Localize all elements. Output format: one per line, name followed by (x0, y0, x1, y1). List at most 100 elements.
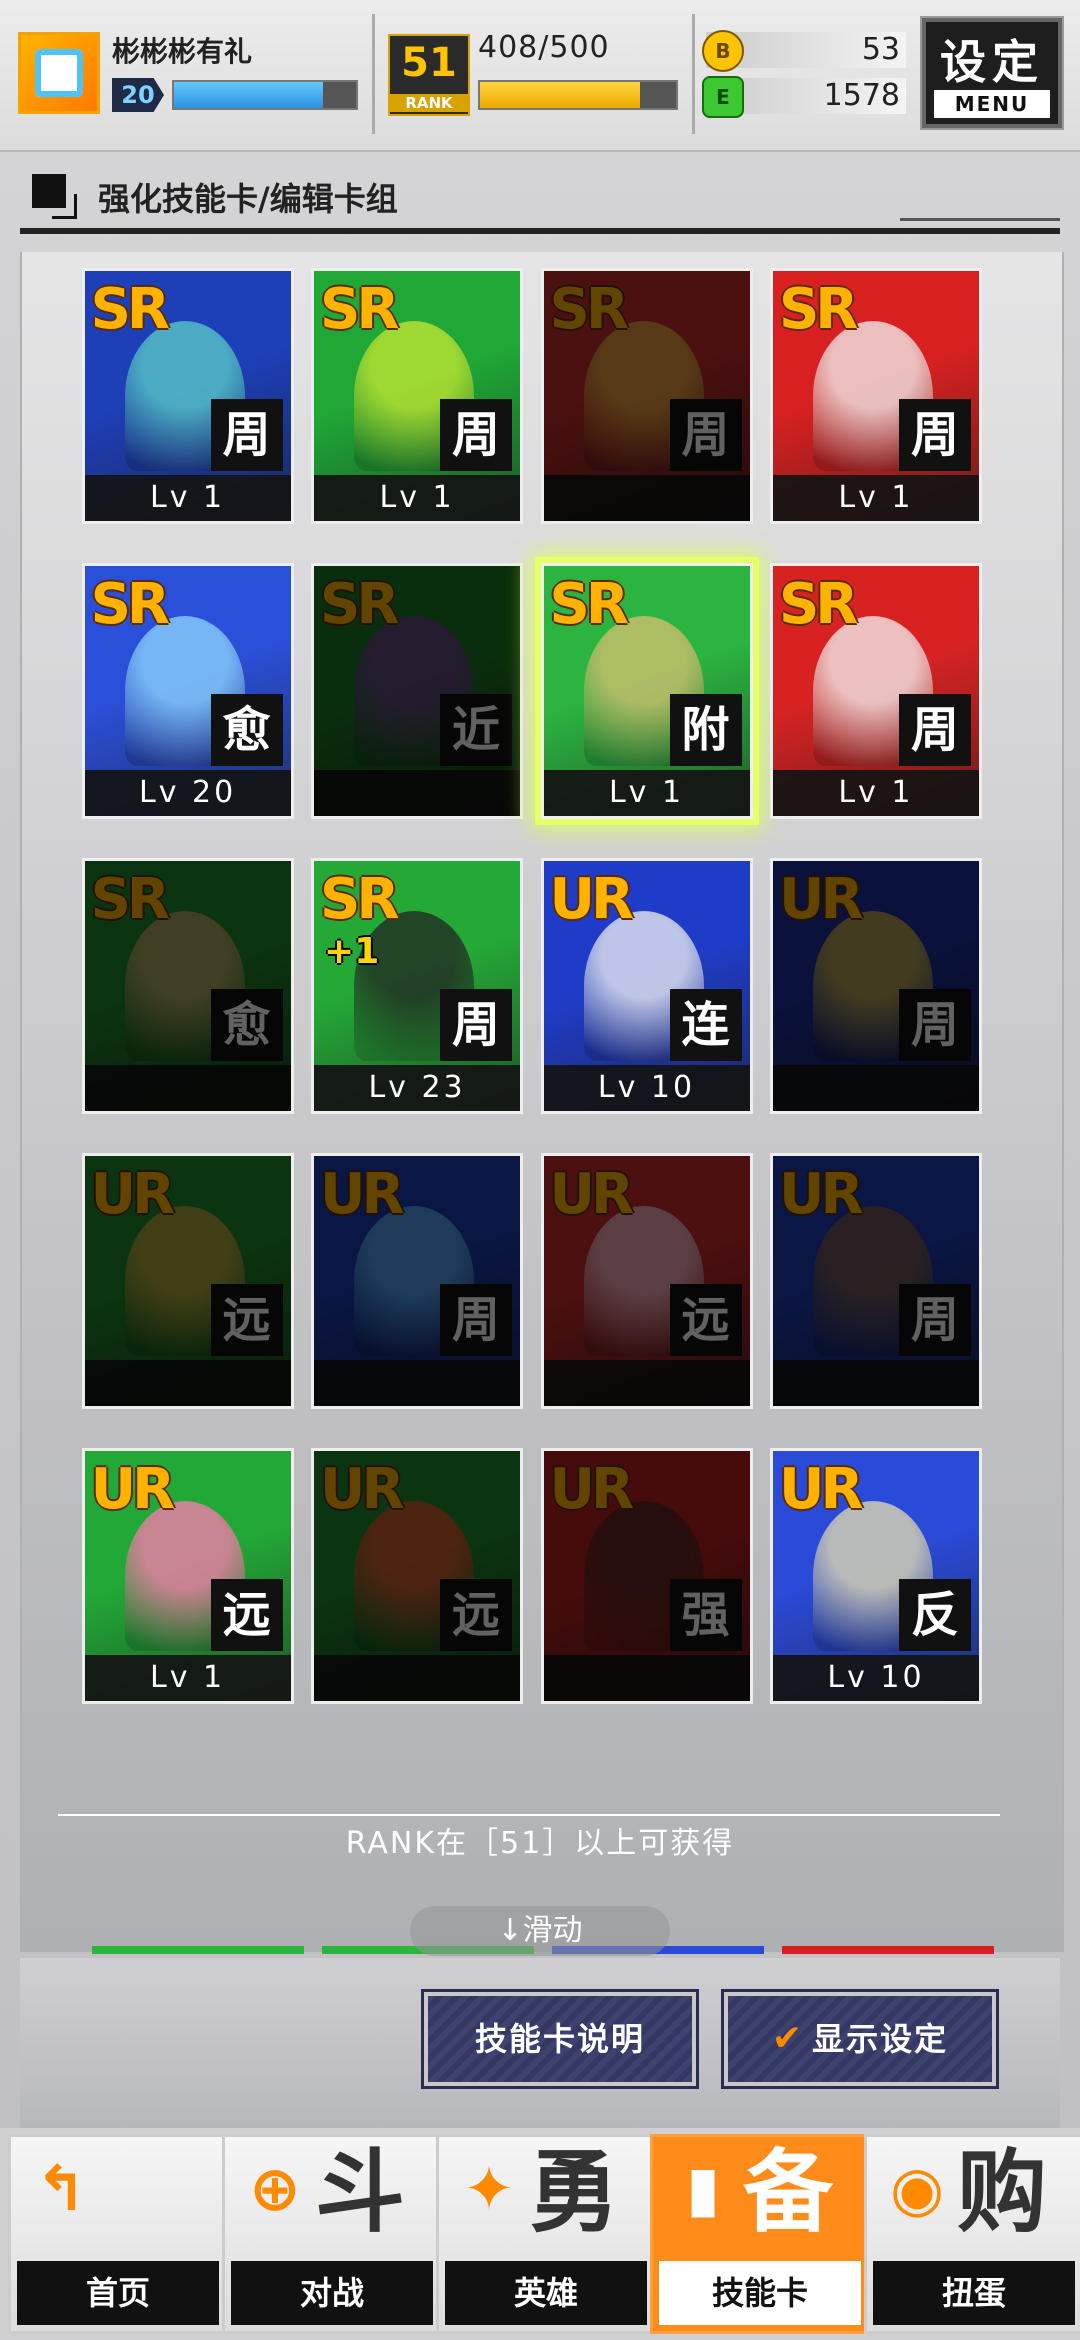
card-locked-overlay (314, 1155, 521, 1406)
nav-tab-3[interactable]: ▮ 备技能卡 (650, 2134, 870, 2334)
card-locked-overlay (772, 1155, 979, 1406)
nav-tab-label: 扭蛋 (873, 2261, 1075, 2325)
skill-card[interactable]: UR周 (769, 1152, 982, 1409)
rank-unlock-note: RANK在［51］以上可获得 (345, 1826, 735, 1861)
gold-coin-icon: B (702, 30, 744, 72)
card-locked-overlay (314, 1450, 521, 1701)
skill-card[interactable]: SR近 (311, 562, 524, 819)
nav-tab-label: 首页 (17, 2261, 219, 2325)
skill-card[interactable]: UR 远 Lv 1 (81, 1447, 294, 1704)
skill-card-info-label: 技能卡说明 (474, 2020, 645, 2058)
next-row-card-peek (92, 1946, 304, 1954)
card-locked-overlay (772, 860, 979, 1111)
skill-card[interactable]: SR 愈 Lv 20 (81, 562, 294, 819)
gold-currency: B 53 (702, 30, 906, 72)
card-level: Lv 1 (772, 769, 979, 816)
card-level: Lv 1 (314, 474, 521, 521)
energy-value: 1578 (823, 78, 900, 113)
player-level-badge: 20 (112, 78, 164, 112)
top-status-bar: 彬彬彬有礼 20 51 RANK 408/500 B 53 E 1578 设定 … (0, 0, 1080, 152)
card-level: Lv 23 (314, 1064, 521, 1111)
skill-card-info-button[interactable]: 技能卡说明 (421, 1989, 699, 2089)
next-row-card-peek (782, 1946, 994, 1954)
card-level: Lv 1 (543, 769, 750, 816)
card-level: Lv 10 (543, 1064, 750, 1111)
card-rarity: SR (549, 571, 629, 637)
card-rarity: SR (778, 276, 858, 342)
menu-button[interactable]: 设定 MENU (920, 16, 1064, 130)
card-level: Lv 1 (84, 1654, 291, 1701)
skill-card[interactable]: SR 附 Lv 1 (540, 562, 753, 819)
card-grid-panel[interactable]: SR周Lv 1SR周Lv 1SR周SR周Lv 1SR愈Lv 20SR近SR附Lv… (20, 252, 1064, 1952)
rank-label: RANK (390, 94, 468, 112)
skill-card[interactable]: SR周 (540, 267, 753, 524)
card-locked-overlay (543, 1450, 750, 1701)
skill-card[interactable]: UR远 (81, 1152, 294, 1409)
nav-tab-label: 英雄 (445, 2261, 647, 2325)
card-type-badge: 连 (669, 988, 742, 1061)
section-underline-accent (900, 218, 1060, 221)
card-type-badge: 周 (440, 398, 513, 471)
checkmark-icon: ✔ (771, 2018, 805, 2059)
player-name: 彬彬彬有礼 (112, 35, 253, 68)
card-rarity: UR (90, 1456, 176, 1522)
nav-tab-0[interactable]: ↰ 首页 (8, 2134, 228, 2334)
card-level: Lv 10 (772, 1654, 979, 1701)
rank-note-divider (58, 1814, 1000, 1816)
card-level: Lv 1 (84, 474, 291, 521)
display-settings-button[interactable]: ✔ 显示设定 (721, 1989, 999, 2089)
skill-card[interactable]: SR 周 Lv 1 (81, 267, 294, 524)
skill-card[interactable]: UR周 (769, 857, 982, 1114)
card-locked-overlay (84, 860, 291, 1111)
exp-bar (172, 80, 358, 110)
card-rarity: SR (90, 276, 170, 342)
gamepad-icon: ⊕ (249, 2152, 301, 2225)
card-locked-overlay (84, 1155, 291, 1406)
nav-tab-2[interactable]: ✦ 勇英雄 (436, 2134, 656, 2334)
nav-tab-label: 技能卡 (659, 2261, 861, 2325)
skill-card[interactable]: UR 反 Lv 10 (769, 1447, 982, 1704)
divider (692, 14, 695, 134)
card-rarity: SR (320, 276, 399, 342)
nav-tab-emblem: 勇 (529, 2140, 619, 2245)
player-avatar[interactable] (18, 32, 100, 114)
card-type-badge: 反 (898, 1578, 971, 1651)
skill-card[interactable]: UR远 (311, 1447, 524, 1704)
skill-card[interactable]: SR愈 (81, 857, 294, 1114)
green-energy-icon: E (702, 76, 744, 118)
nav-tab-emblem: 购 (957, 2140, 1047, 2245)
rank-progress-text: 408/500 (478, 30, 610, 65)
card-level: Lv 20 (84, 769, 291, 816)
nav-tab-4[interactable]: ◉ 购扭蛋 (864, 2134, 1080, 2334)
skill-card[interactable]: UR 连 Lv 10 (540, 857, 753, 1114)
skill-card[interactable]: SR +1 周 Lv 23 (311, 857, 524, 1114)
nav-tab-emblem: 备 (743, 2140, 833, 2245)
skill-card[interactable]: SR 周 Lv 1 (769, 562, 982, 819)
rank-badge: 51 RANK (388, 34, 470, 116)
card-type-badge: 附 (669, 693, 742, 766)
hero-icon: ✦ (463, 2152, 515, 2225)
skill-card[interactable]: SR 周 Lv 1 (769, 267, 982, 524)
card-rarity: SR (320, 866, 399, 932)
skill-card[interactable]: SR 周 Lv 1 (311, 267, 524, 524)
nav-tab-label: 对战 (231, 2261, 433, 2325)
card-locked-overlay (543, 1155, 750, 1406)
card-rarity: SR (778, 571, 858, 637)
divider (372, 14, 375, 134)
skill-card[interactable]: UR周 (311, 1152, 524, 1409)
skill-card[interactable]: UR远 (540, 1152, 753, 1409)
exp-bar-fill (174, 82, 324, 108)
scroll-hint[interactable]: ↓滑动 (410, 1906, 670, 1956)
nav-tab-1[interactable]: ⊕ 斗对战 (222, 2134, 442, 2334)
card-locked-overlay (314, 565, 521, 816)
card-rarity: SR (90, 571, 170, 637)
gacha-capsule-icon: ◉ (889, 2152, 945, 2225)
rank-progress-bar (478, 80, 678, 110)
section-underline (20, 228, 1060, 234)
card-type-badge: 愈 (210, 693, 283, 766)
skill-card[interactable]: UR强 (540, 1447, 753, 1704)
card-type-badge: 周 (898, 398, 971, 471)
card-plus-level: +1 (324, 930, 380, 972)
card-deck-icon: ▮ (685, 2152, 721, 2225)
card-type-badge: 周 (440, 988, 513, 1061)
